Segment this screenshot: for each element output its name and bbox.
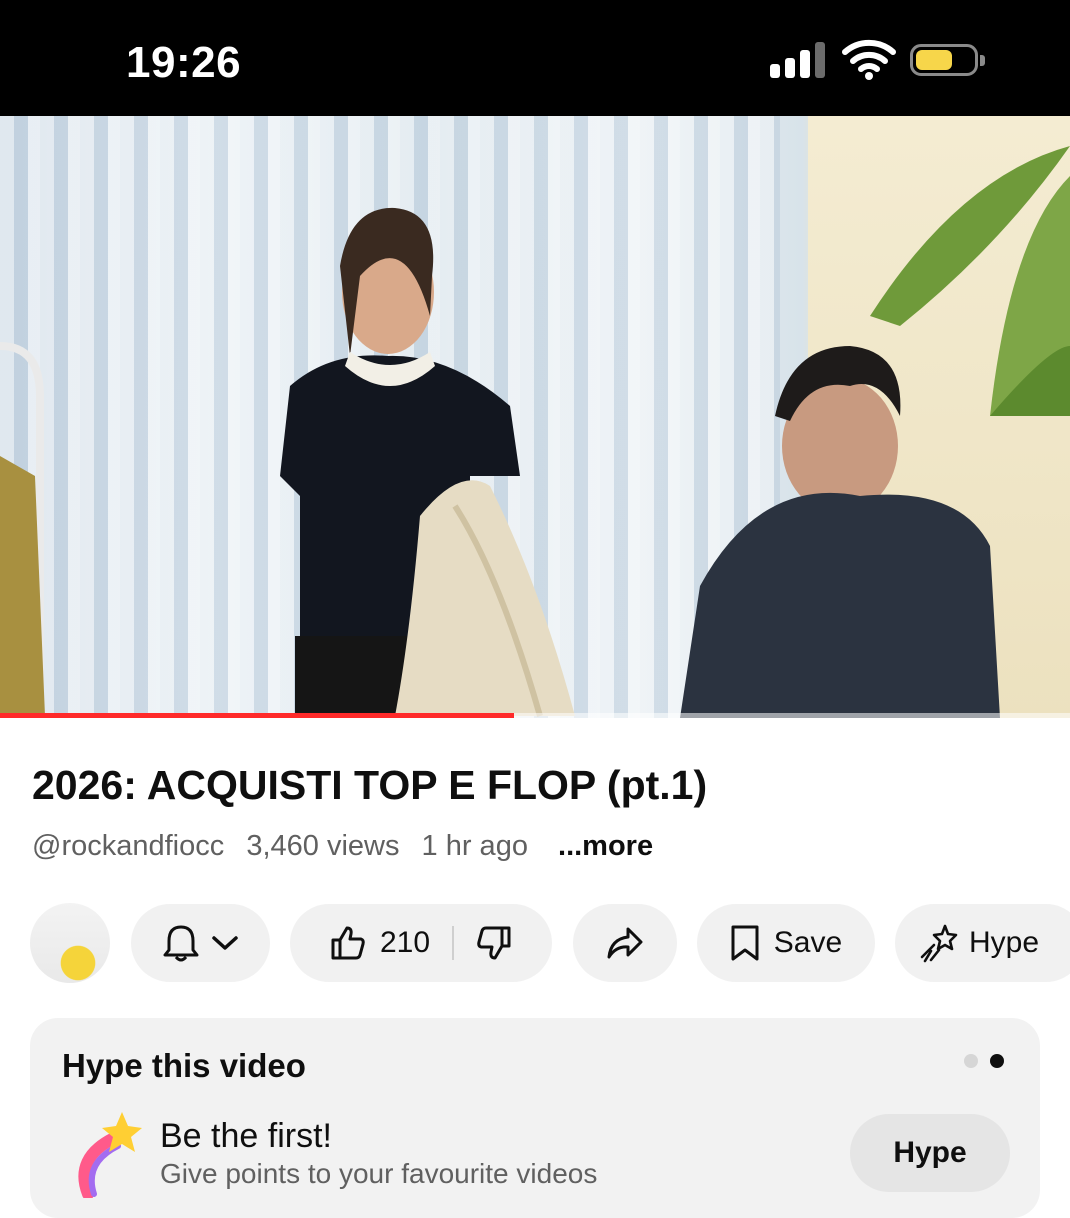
like-count: 210 bbox=[379, 926, 431, 959]
bookmark-icon bbox=[731, 925, 759, 961]
hype-label: Hype bbox=[969, 926, 1040, 959]
thumbs-up-icon[interactable] bbox=[330, 925, 366, 961]
share-button[interactable] bbox=[573, 904, 677, 982]
status-bar: 19:26 bbox=[0, 0, 1070, 116]
upload-age: 1 hr ago bbox=[421, 830, 528, 862]
carousel-dot-inactive[interactable] bbox=[964, 1054, 978, 1068]
subscribe-notifications-button[interactable] bbox=[131, 904, 270, 982]
like-dislike-group[interactable]: 210 bbox=[290, 904, 552, 982]
hype-card-title: Hype this video bbox=[62, 1047, 306, 1084]
channel-avatar[interactable] bbox=[30, 903, 110, 983]
clock: 19:26 bbox=[126, 38, 242, 87]
like-divider bbox=[452, 926, 455, 960]
video-metadata[interactable]: @rockandfiocc 3,460 views 1 hr ago ...mo… bbox=[32, 830, 667, 863]
bell-icon bbox=[163, 925, 198, 962]
battery-icon bbox=[910, 44, 985, 76]
video-frame-scene bbox=[0, 146, 1070, 718]
carousel-dot-active[interactable] bbox=[990, 1054, 1004, 1068]
shooting-star-icon bbox=[78, 1112, 142, 1198]
video-title: 2026: ACQUISTI TOP E FLOP (pt.1) bbox=[32, 762, 708, 808]
save-button[interactable]: Save bbox=[697, 904, 875, 982]
view-count: 3,460 views bbox=[246, 830, 400, 862]
hype-card-button[interactable]: Hype bbox=[850, 1114, 1010, 1192]
channel-handle[interactable]: @rockandfiocc bbox=[32, 830, 224, 862]
cellular-signal-icon bbox=[770, 42, 826, 78]
video-player[interactable] bbox=[0, 116, 1070, 718]
more-link[interactable]: ...more bbox=[558, 830, 653, 862]
hype-card-subtitle: Give points to your favourite videos bbox=[160, 1158, 598, 1189]
share-icon bbox=[607, 927, 643, 959]
thumbs-down-icon[interactable] bbox=[476, 925, 512, 961]
hype-sparkle-icon bbox=[920, 924, 958, 963]
hype-button[interactable]: Hype bbox=[895, 904, 1070, 982]
save-label: Save bbox=[773, 926, 843, 959]
carousel-dots[interactable] bbox=[964, 1054, 1014, 1070]
wifi-icon bbox=[842, 39, 896, 80]
hype-card-headline: Be the first! bbox=[160, 1117, 332, 1155]
chevron-down-icon bbox=[211, 936, 238, 950]
